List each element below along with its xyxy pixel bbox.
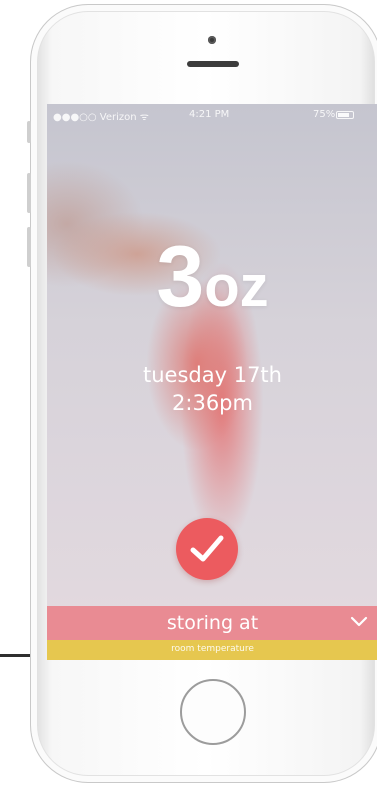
home-button[interactable] <box>180 679 246 745</box>
status-time: 4:21 PM <box>189 109 230 120</box>
front-camera <box>208 36 216 44</box>
storage-option-label: room temperature <box>171 644 254 654</box>
storage-label: storing at <box>166 612 259 634</box>
check-icon <box>190 535 224 562</box>
battery-icon <box>336 111 354 119</box>
storage-option[interactable]: room temperature <box>47 640 377 660</box>
amount-unit: oz <box>204 254 269 319</box>
feed-time: 2:36pm <box>172 391 253 415</box>
volume-up-button <box>27 173 31 213</box>
volume-down-button <box>27 227 31 267</box>
feed-datetime: tuesday 17th 2:36pm <box>47 361 377 417</box>
confirm-button[interactable] <box>176 518 238 580</box>
status-bar: ●●●○○ Verizon ᯤ 4:21 PM 75% <box>47 104 377 124</box>
mute-switch <box>27 121 31 143</box>
battery-percent: 75% <box>313 109 336 120</box>
feed-day: tuesday 17th <box>143 363 282 387</box>
earpiece-speaker <box>187 61 239 67</box>
feed-amount: 3oz <box>47 228 377 327</box>
carrier-signal: ●●●○○ Verizon ᯤ <box>53 112 149 123</box>
chevron-down-icon[interactable] <box>350 616 368 628</box>
amount-number: 3 <box>156 229 205 325</box>
storage-dropdown[interactable]: storing at <box>47 606 377 640</box>
app-screen: ●●●○○ Verizon ᯤ 4:21 PM 75% 3oz tuesday … <box>47 104 377 660</box>
